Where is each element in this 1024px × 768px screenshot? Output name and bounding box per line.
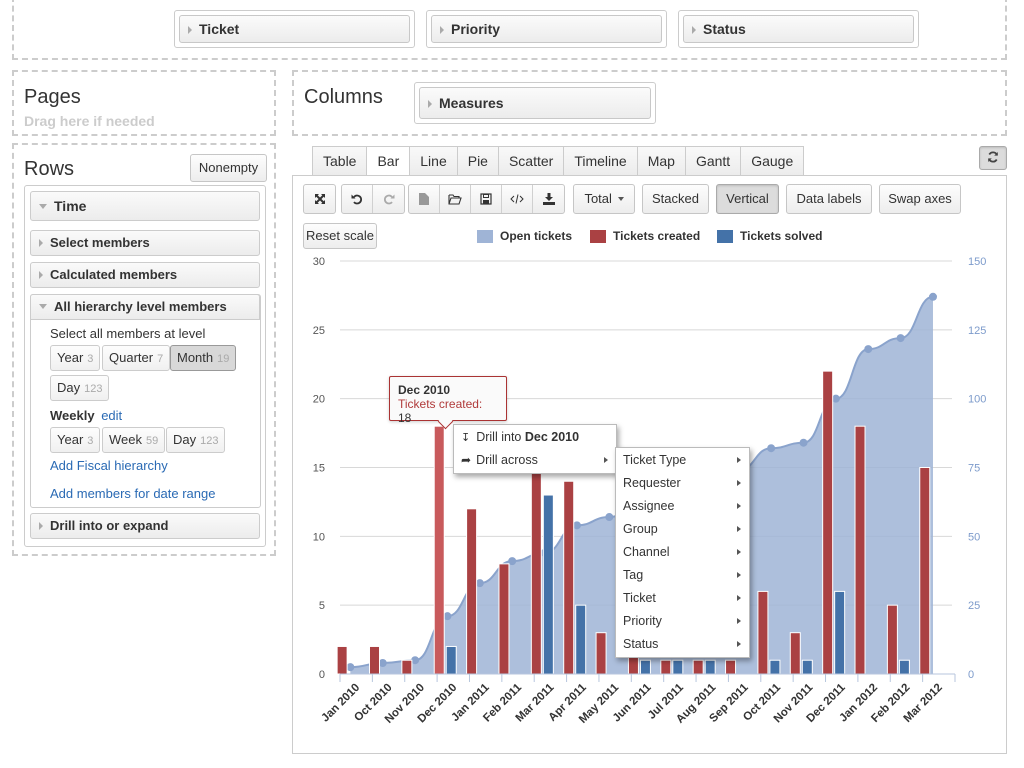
submenu-arrow-icon (737, 503, 741, 509)
drill-context-menu: ↧ Drill into Dec 2010 ➦ Drill across (453, 424, 617, 474)
open-tickets-point (767, 444, 776, 453)
submenu-arrow-icon (737, 595, 741, 601)
open-tickets-point (864, 345, 873, 354)
submenu-arrow-icon (737, 572, 741, 578)
bar-tickets-created (854, 425, 866, 675)
bar-tickets-solved (704, 659, 716, 675)
submenu-item-assignee[interactable]: Assignee (616, 495, 749, 518)
submenu-arrow-icon (737, 480, 741, 486)
bar-tickets-solved (445, 645, 457, 675)
submenu-arrow-icon (737, 457, 741, 463)
bar-tickets-created (757, 590, 769, 675)
bar-tickets-created (692, 659, 704, 675)
bar-tickets-solved (834, 590, 846, 675)
bar-tickets-solved (575, 604, 587, 675)
submenu-item-group[interactable]: Group (616, 518, 749, 541)
y-tick-label: 0 (319, 669, 325, 681)
bar-tickets-created (336, 645, 348, 675)
bar-tickets-created (498, 563, 510, 675)
bar-tickets-created (822, 370, 834, 675)
y-tick-label: 25 (313, 325, 325, 337)
submenu-item-ticket-type[interactable]: Ticket Type (616, 449, 749, 472)
y-tick-label: 20 (313, 394, 325, 406)
bar-tickets-created (563, 480, 575, 675)
y2-tick-label: 50 (968, 531, 980, 543)
bar-tickets-created (886, 604, 898, 675)
bar-tickets-solved (542, 494, 554, 675)
submenu-item-label: Assignee (623, 499, 675, 513)
drill-across-submenu: Ticket Type Requester Assignee Group Channel… (615, 447, 750, 658)
submenu-item-label: Ticket Type (623, 453, 687, 467)
submenu-arrow-icon (737, 549, 741, 555)
bar-tickets-created (368, 645, 380, 675)
y-tick-label: 5 (319, 600, 325, 612)
submenu-item-label: Tag (623, 568, 644, 582)
bar-tickets-created (595, 632, 607, 675)
bar-tickets-created (433, 425, 445, 675)
bar-tickets-solved (672, 659, 684, 675)
bar-tickets-created (530, 467, 542, 675)
bar-tickets-created (725, 659, 737, 675)
submenu-arrow-icon (737, 526, 741, 532)
bar-chart: 0510152025300255075100125150Jan 2010Oct … (313, 256, 987, 726)
bar-tickets-solved (769, 659, 781, 675)
drill-into-item[interactable]: ↧ Drill into Dec 2010 (454, 426, 616, 449)
bar-tickets-created (919, 467, 931, 675)
submenu-item-tag[interactable]: Tag (616, 564, 749, 587)
bar-tickets-created (789, 632, 801, 675)
open-tickets-point (605, 513, 614, 522)
open-tickets-point (799, 438, 808, 447)
submenu-item-label: Channel (623, 545, 670, 559)
open-tickets-point (928, 292, 937, 301)
y2-tick-label: 25 (968, 600, 980, 612)
submenu-arrow-icon (737, 641, 741, 647)
y-tick-label: 30 (313, 256, 325, 268)
drill-into-icon: ↧ (461, 432, 471, 444)
bar-tickets-created (660, 659, 672, 675)
submenu-item-requester[interactable]: Requester (616, 472, 749, 495)
submenu-item-ticket[interactable]: Ticket (616, 587, 749, 610)
y-tick-label: 15 (313, 463, 325, 475)
submenu-item-label: Priority (623, 614, 662, 628)
bar-tickets-solved (639, 659, 651, 675)
submenu-item-label: Requester (623, 476, 681, 490)
submenu-item-label: Group (623, 522, 658, 536)
bar-tickets-created (466, 508, 478, 675)
open-tickets-point (896, 334, 905, 343)
y2-tick-label: 150 (968, 256, 986, 268)
y2-tick-label: 0 (968, 669, 974, 681)
bar-tickets-solved (801, 659, 813, 675)
submenu-item-label: Ticket (623, 591, 656, 605)
submenu-item-label: Status (623, 637, 659, 651)
y-tick-label: 10 (313, 531, 325, 543)
submenu-item-channel[interactable]: Channel (616, 541, 749, 564)
share-arrow-icon: ➦ (461, 453, 472, 467)
submenu-arrow-icon (604, 457, 608, 463)
bar-tickets-created (401, 659, 413, 675)
drill-across-item[interactable]: ➦ Drill across (454, 449, 616, 472)
submenu-item-priority[interactable]: Priority (616, 610, 749, 633)
bar-tickets-solved (898, 659, 910, 675)
submenu-item-status[interactable]: Status (616, 633, 749, 656)
y2-tick-label: 75 (968, 463, 980, 475)
y2-tick-label: 125 (968, 325, 986, 337)
chart-tooltip: Dec 2010 Tickets created: 18 (389, 376, 507, 425)
y2-tick-label: 100 (968, 394, 986, 406)
submenu-arrow-icon (737, 618, 741, 624)
